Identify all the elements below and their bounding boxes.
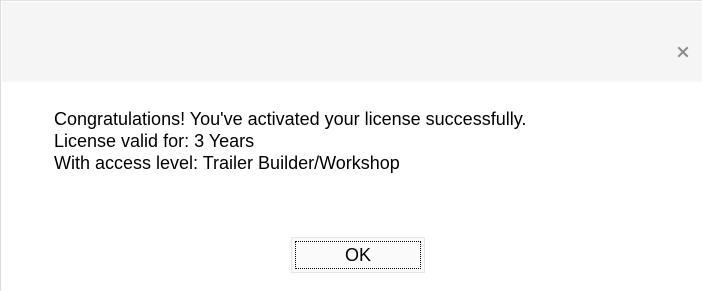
message-line-license-validity: License valid for: 3 Years bbox=[54, 131, 255, 151]
ok-button[interactable]: OK bbox=[291, 237, 425, 273]
dialog-title-bar bbox=[2, 2, 702, 82]
close-icon bbox=[677, 46, 689, 58]
close-button[interactable] bbox=[671, 40, 695, 64]
ok-button-label: OK bbox=[344, 244, 371, 265]
license-activated-dialog: Congratulations! You've activated your l… bbox=[0, 0, 702, 291]
dialog-message: Congratulations! You've activated your l… bbox=[54, 108, 694, 174]
message-line-access-level: With access level: Trailer Builder/Works… bbox=[54, 153, 400, 173]
message-line-congratulations: Congratulations! You've activated your l… bbox=[54, 109, 527, 129]
